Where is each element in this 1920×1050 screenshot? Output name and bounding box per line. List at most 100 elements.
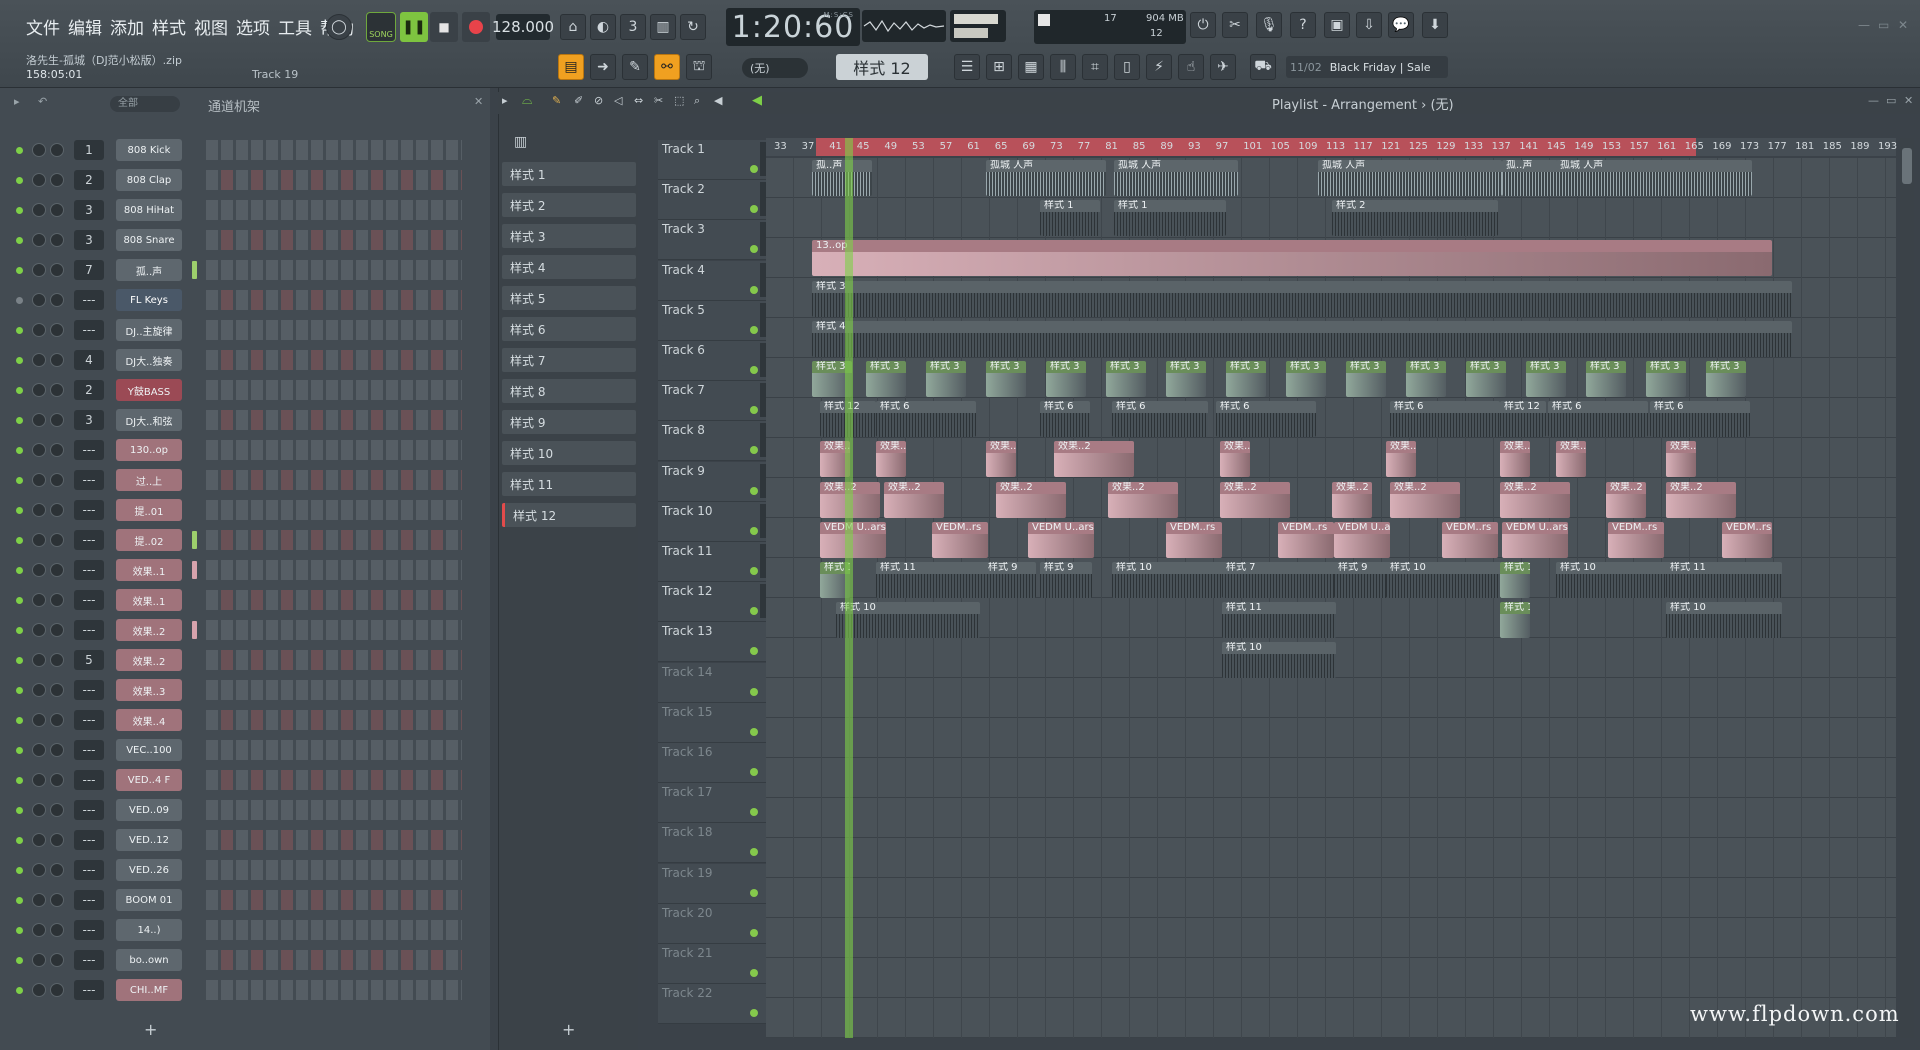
channel-volume-knob[interactable] bbox=[50, 623, 64, 637]
channel-row[interactable]: 5 效果..2 bbox=[0, 648, 490, 672]
channel-name-button[interactable]: 808 Snare bbox=[116, 229, 182, 251]
playlist-clip[interactable]: 样式 3 bbox=[1166, 361, 1206, 397]
channel-pan-knob[interactable] bbox=[32, 743, 46, 757]
channel-row[interactable]: --- 效果..4 bbox=[0, 708, 490, 732]
channel-pan-knob[interactable] bbox=[32, 143, 46, 157]
channel-name-button[interactable]: 过..上 bbox=[116, 469, 182, 491]
render-button[interactable]: ⇩ bbox=[1356, 12, 1382, 38]
playlist-clip[interactable]: 样式 11 bbox=[1666, 562, 1782, 598]
channel-mixer-track[interactable]: --- bbox=[74, 590, 104, 610]
track-header[interactable]: Track 15 bbox=[658, 702, 766, 743]
playlist-clip[interactable]: 样式 10 bbox=[1386, 562, 1502, 598]
channel-mixer-track[interactable]: 3 bbox=[74, 410, 104, 430]
channel-mute-led[interactable] bbox=[16, 537, 23, 544]
channel-row[interactable]: --- bo..own bbox=[0, 948, 490, 972]
channel-mute-led[interactable] bbox=[16, 777, 23, 784]
channel-volume-knob[interactable] bbox=[50, 533, 64, 547]
channel-name-button[interactable]: 效果..4 bbox=[116, 709, 182, 731]
playlist-clip[interactable]: 样式 11 bbox=[1222, 602, 1336, 639]
step-sequencer[interactable] bbox=[206, 980, 462, 1000]
step-sequencer[interactable] bbox=[206, 800, 462, 820]
cut-button[interactable]: ✂ bbox=[1222, 12, 1248, 38]
playlist-clip[interactable]: VEDM U..ars bbox=[1502, 521, 1568, 558]
playlist-clip[interactable]: 样式 1 bbox=[1114, 200, 1226, 237]
playlist-close-icon[interactable]: ✕ bbox=[1904, 94, 1913, 107]
menu-options[interactable]: 选项 bbox=[236, 14, 270, 39]
track-enable-led[interactable] bbox=[750, 486, 758, 495]
playlist-clip[interactable]: 样式 12 bbox=[1500, 401, 1546, 438]
project-button[interactable]: ▯ bbox=[1114, 54, 1140, 80]
track-enable-led[interactable] bbox=[750, 526, 758, 535]
playlist-maximize-icon[interactable]: ▭ bbox=[1886, 94, 1896, 107]
channel-row[interactable]: 4 DJ大..独奏 bbox=[0, 348, 490, 372]
step-sequencer[interactable] bbox=[206, 890, 462, 910]
channel-row[interactable]: --- VED..09 bbox=[0, 798, 490, 822]
channel-mute-led[interactable] bbox=[16, 747, 23, 754]
menu-edit[interactable]: 编辑 bbox=[68, 14, 102, 39]
channel-pan-knob[interactable] bbox=[32, 863, 46, 877]
playlist-clip[interactable]: 样式 6 bbox=[1040, 401, 1090, 438]
channel-filter[interactable]: 全部 bbox=[110, 96, 180, 112]
channel-row[interactable]: --- VED..4 F bbox=[0, 768, 490, 792]
step-sequencer[interactable] bbox=[206, 530, 462, 550]
pattern-selector-none[interactable]: (无) bbox=[742, 58, 808, 78]
step-sequencer[interactable] bbox=[206, 500, 462, 520]
playlist-clip[interactable]: 效果..2 bbox=[876, 441, 906, 478]
track-enable-led[interactable] bbox=[750, 245, 758, 254]
track-enable-led[interactable] bbox=[750, 768, 758, 776]
channel-pan-knob[interactable] bbox=[32, 623, 46, 637]
channel-mute-led[interactable] bbox=[16, 837, 23, 844]
playlist-arrow-icon[interactable]: ▸ bbox=[502, 94, 508, 107]
playlist-clip[interactable]: 孤城 人声 bbox=[1114, 160, 1238, 196]
playlist-clip[interactable]: 样式 6 bbox=[1548, 401, 1648, 438]
step-sequencer[interactable] bbox=[206, 830, 462, 850]
slip-tool-icon[interactable]: ⇔ bbox=[634, 94, 643, 107]
playlist-clip[interactable]: 样式 10 bbox=[836, 602, 980, 639]
countdown-button[interactable]: 3 bbox=[620, 14, 646, 40]
channel-mixer-track[interactable]: --- bbox=[74, 830, 104, 850]
track-enable-led[interactable] bbox=[750, 165, 758, 173]
selected-indicator[interactable] bbox=[192, 561, 197, 579]
playlist-clip[interactable]: VEDM..rs bbox=[1442, 521, 1498, 558]
tempo-display[interactable]: 128.000 bbox=[492, 14, 554, 40]
channel-mute-led[interactable] bbox=[16, 867, 23, 874]
channel-volume-knob[interactable] bbox=[50, 263, 64, 277]
channel-row[interactable]: 2 Y鼓BASS bbox=[0, 378, 490, 402]
channel-pan-knob[interactable] bbox=[32, 803, 46, 817]
channel-name-button[interactable]: VED..12 bbox=[116, 829, 182, 851]
playlist-clip[interactable]: 样式 3 bbox=[1706, 361, 1746, 397]
playlist-clip[interactable]: 样式 3 bbox=[1526, 361, 1566, 397]
playlist-clip[interactable]: 样式 10 bbox=[1222, 642, 1336, 679]
channel-mixer-track[interactable]: --- bbox=[74, 920, 104, 940]
channel-volume-knob[interactable] bbox=[50, 443, 64, 457]
add-pattern-button[interactable]: + bbox=[562, 1020, 575, 1039]
playlist-clip[interactable]: 样式 3 bbox=[1046, 361, 1086, 397]
track-enable-led[interactable] bbox=[750, 848, 758, 857]
channel-volume-knob[interactable] bbox=[50, 713, 64, 727]
plugin-button[interactable]: ⚡ bbox=[1146, 54, 1172, 80]
playlist-clip[interactable]: 效果..2 bbox=[884, 481, 944, 518]
playlist-clip[interactable]: 效果..2 bbox=[1054, 441, 1134, 478]
channel-mixer-track[interactable]: --- bbox=[74, 740, 104, 760]
channel-pan-knob[interactable] bbox=[32, 473, 46, 487]
channel-name-button[interactable]: FL Keys bbox=[116, 289, 182, 311]
pattern-item[interactable]: 样式 5 bbox=[502, 286, 636, 310]
channel-pan-knob[interactable] bbox=[32, 923, 46, 937]
channel-pan-knob[interactable] bbox=[32, 353, 46, 367]
step-sequencer[interactable] bbox=[206, 740, 462, 760]
channel-mixer-track[interactable]: 2 bbox=[74, 380, 104, 400]
playlist-clip[interactable]: VEDM U..ars bbox=[1028, 521, 1094, 558]
channel-mixer-track[interactable]: --- bbox=[74, 620, 104, 640]
track-enable-led[interactable] bbox=[750, 687, 758, 696]
channel-name-button[interactable]: 130..op bbox=[116, 439, 182, 461]
track-header[interactable]: Track 22 bbox=[658, 984, 766, 1025]
menu-add[interactable]: 添加 bbox=[110, 14, 144, 39]
channel-pan-knob[interactable] bbox=[32, 533, 46, 547]
headphones-icon[interactable]: ⌓ bbox=[522, 93, 532, 108]
channel-name-button[interactable]: 效果..1 bbox=[116, 589, 182, 611]
channel-volume-knob[interactable] bbox=[50, 833, 64, 847]
channel-row[interactable]: 7 孤..声 bbox=[0, 258, 490, 282]
step-sequencer[interactable] bbox=[206, 560, 462, 580]
channel-volume-knob[interactable] bbox=[50, 173, 64, 187]
playlist-clip[interactable]: 样式 6 bbox=[876, 401, 976, 438]
